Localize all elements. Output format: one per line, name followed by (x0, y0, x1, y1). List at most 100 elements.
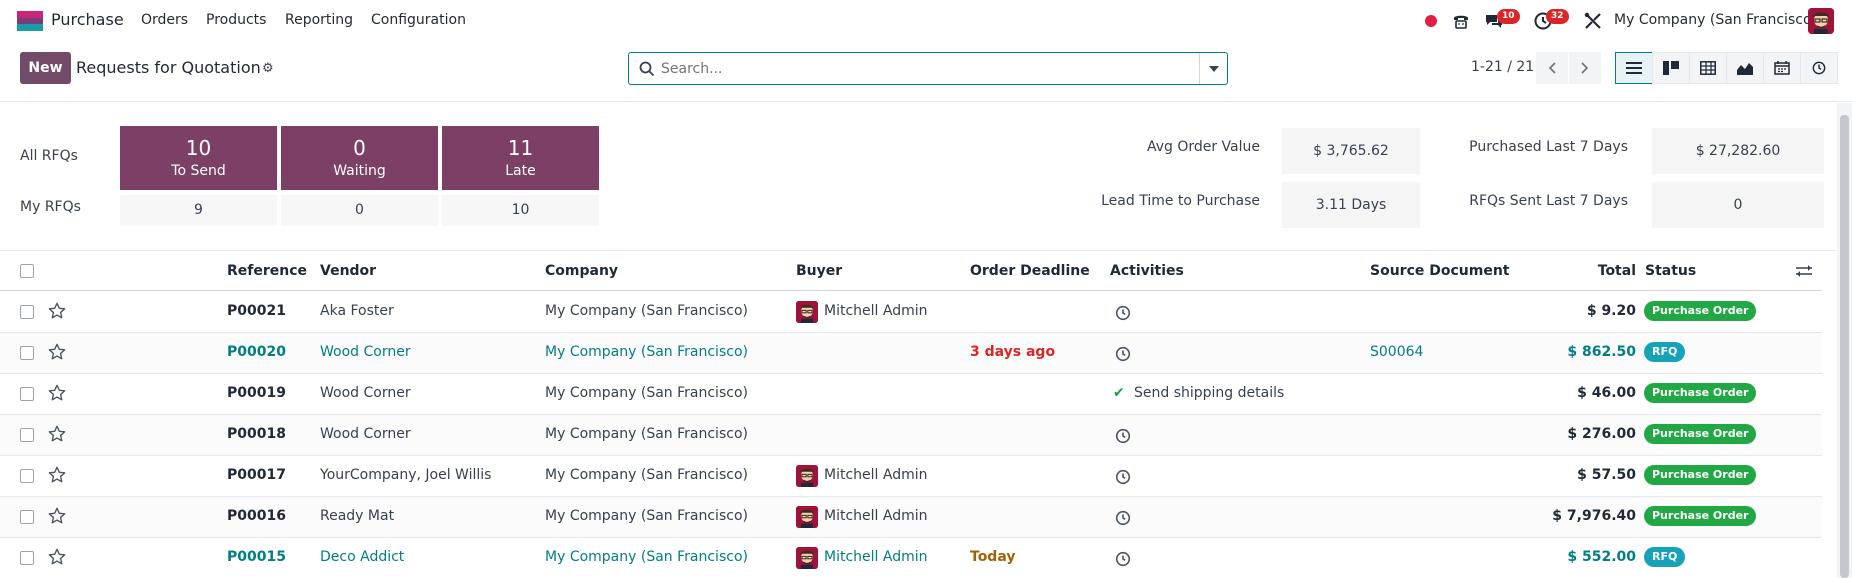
activity-view-button[interactable] (1800, 52, 1838, 84)
calendar-view-button[interactable] (1763, 52, 1801, 84)
buyer-avatar[interactable] (796, 301, 818, 323)
table-row[interactable]: P00019 Wood Corner My Company (San Franc… (0, 374, 1822, 415)
row-checkbox[interactable] (20, 428, 34, 442)
row-reference: P00019 (227, 385, 286, 401)
activity-clock-icon[interactable] (1115, 551, 1131, 567)
activity-clock-icon[interactable] (1115, 428, 1131, 444)
row-reference: P00020 (227, 344, 286, 360)
phone-icon[interactable] (1451, 11, 1471, 31)
header-vendor[interactable]: Vendor (320, 263, 376, 279)
pager-next-button[interactable] (1569, 52, 1601, 84)
buyer-avatar[interactable] (796, 506, 818, 528)
priority-star-icon[interactable] (48, 507, 66, 525)
menu-orders[interactable]: Orders (141, 12, 188, 28)
calendar-icon (1774, 61, 1790, 75)
row-buyer: Mitchell Admin (824, 549, 928, 565)
recording-indicator-icon[interactable] (1425, 15, 1437, 27)
header-company[interactable]: Company (545, 263, 618, 279)
pager-previous-button[interactable] (1536, 52, 1568, 84)
my-to-send-count[interactable]: 9 (120, 195, 277, 226)
row-checkbox[interactable] (20, 510, 34, 524)
menu-configuration[interactable]: Configuration (371, 12, 466, 28)
tile-late[interactable]: 11 Late (442, 126, 599, 190)
activity-clock-icon[interactable] (1115, 305, 1131, 321)
my-late-count[interactable]: 10 (442, 195, 599, 226)
activity-clock-icon[interactable] (1115, 469, 1131, 485)
buyer-avatar[interactable] (796, 547, 818, 569)
row-checkbox[interactable] (20, 469, 34, 483)
header-order-deadline[interactable]: Order Deadline (970, 263, 1090, 279)
table-row[interactable]: P00018 Wood Corner My Company (San Franc… (0, 415, 1822, 456)
row-reference: P00017 (227, 467, 286, 483)
select-all-checkbox[interactable] (20, 264, 34, 278)
row-activity-summary[interactable]: Send shipping details (1134, 385, 1284, 401)
priority-star-icon[interactable] (48, 425, 66, 443)
my-rfqs-label: My RFQs (20, 199, 81, 215)
priority-star-icon[interactable] (48, 302, 66, 320)
buyer-avatar-image (796, 506, 818, 528)
table-row[interactable]: P00015 Deco Addict My Company (San Franc… (0, 538, 1822, 578)
graph-view-button[interactable] (1726, 52, 1764, 84)
tile-waiting[interactable]: 0 Waiting (281, 126, 438, 190)
new-button[interactable]: New (20, 52, 71, 84)
row-vendor: Wood Corner (320, 344, 411, 360)
rfq-dashboard: All RFQs My RFQs 10 To Send 0 Waiting 11… (0, 103, 1837, 250)
row-checkbox[interactable] (20, 551, 34, 565)
debug-tools-icon[interactable] (1583, 11, 1603, 31)
scrollbar-thumb[interactable] (1840, 115, 1849, 578)
row-buyer: Mitchell Admin (824, 303, 928, 319)
kanban-view-button[interactable] (1652, 52, 1690, 84)
row-order-deadline: 3 days ago (970, 344, 1056, 360)
purchased-last-7-days-value: $ 27,282.60 (1652, 128, 1824, 174)
menu-products[interactable]: Products (206, 12, 266, 28)
header-reference[interactable]: Reference (227, 263, 307, 279)
buyer-avatar-image (796, 301, 818, 323)
header-status[interactable]: Status (1645, 263, 1696, 279)
row-reference: P00018 (227, 426, 286, 442)
header-buyer[interactable]: Buyer (796, 263, 842, 279)
lead-time-value: 3.11 Days (1282, 182, 1420, 228)
header-source-document[interactable]: Source Document (1370, 263, 1510, 279)
row-company: My Company (San Francisco) (545, 303, 748, 319)
header-activities[interactable]: Activities (1110, 263, 1184, 279)
activity-clock-icon[interactable] (1115, 346, 1131, 362)
table-row[interactable]: P00020 Wood Corner My Company (San Franc… (0, 333, 1822, 374)
row-vendor: Aka Foster (320, 303, 394, 319)
row-source-document[interactable]: S00064 (1370, 344, 1423, 360)
tile-to-send[interactable]: 10 To Send (120, 126, 277, 190)
user-avatar[interactable] (1808, 8, 1834, 34)
pivot-view-button[interactable] (1689, 52, 1727, 84)
purchased-last-7-days-label: Purchased Last 7 Days (1469, 139, 1628, 155)
list-view-button[interactable] (1615, 52, 1653, 84)
priority-star-icon[interactable] (48, 466, 66, 484)
gear-icon[interactable]: ⚙ (262, 61, 274, 76)
search-options-toggle[interactable] (1199, 53, 1227, 84)
top-navbar: Purchase Orders Products Reporting Confi… (0, 0, 1852, 42)
activity-clock-icon[interactable] (1115, 510, 1131, 526)
header-total[interactable]: Total (1560, 263, 1636, 279)
row-company: My Company (San Francisco) (545, 549, 748, 565)
company-switcher[interactable]: My Company (San Francisco) (1614, 12, 1817, 28)
row-checkbox[interactable] (20, 387, 34, 401)
search-input[interactable] (661, 58, 1201, 80)
buyer-avatar[interactable] (796, 465, 818, 487)
table-row[interactable]: P00021 Aka Foster My Company (San Franci… (0, 292, 1822, 333)
menu-reporting[interactable]: Reporting (285, 12, 353, 28)
app-name[interactable]: Purchase (51, 10, 124, 29)
priority-star-icon[interactable] (48, 343, 66, 361)
lead-time-label: Lead Time to Purchase (1101, 193, 1260, 209)
pager-value[interactable]: 1-21 / 21 (1471, 59, 1534, 75)
priority-star-icon[interactable] (48, 384, 66, 402)
row-checkbox[interactable] (20, 305, 34, 319)
row-checkbox[interactable] (20, 346, 34, 360)
row-vendor: Deco Addict (320, 549, 405, 565)
priority-star-icon[interactable] (48, 548, 66, 566)
optional-columns-icon[interactable] (1795, 263, 1813, 279)
messages-count-badge: 10 (1497, 9, 1520, 24)
table-row[interactable]: P00016 Ready Mat My Company (San Francis… (0, 497, 1822, 538)
purchase-app-icon[interactable] (17, 11, 43, 31)
row-company: My Company (San Francisco) (545, 426, 748, 442)
my-waiting-count[interactable]: 0 (281, 195, 438, 226)
table-row[interactable]: P00017 YourCompany, Joel Willis My Compa… (0, 456, 1822, 497)
rfq-list-table: Reference Vendor Company Buyer Order Dea… (0, 250, 1837, 578)
